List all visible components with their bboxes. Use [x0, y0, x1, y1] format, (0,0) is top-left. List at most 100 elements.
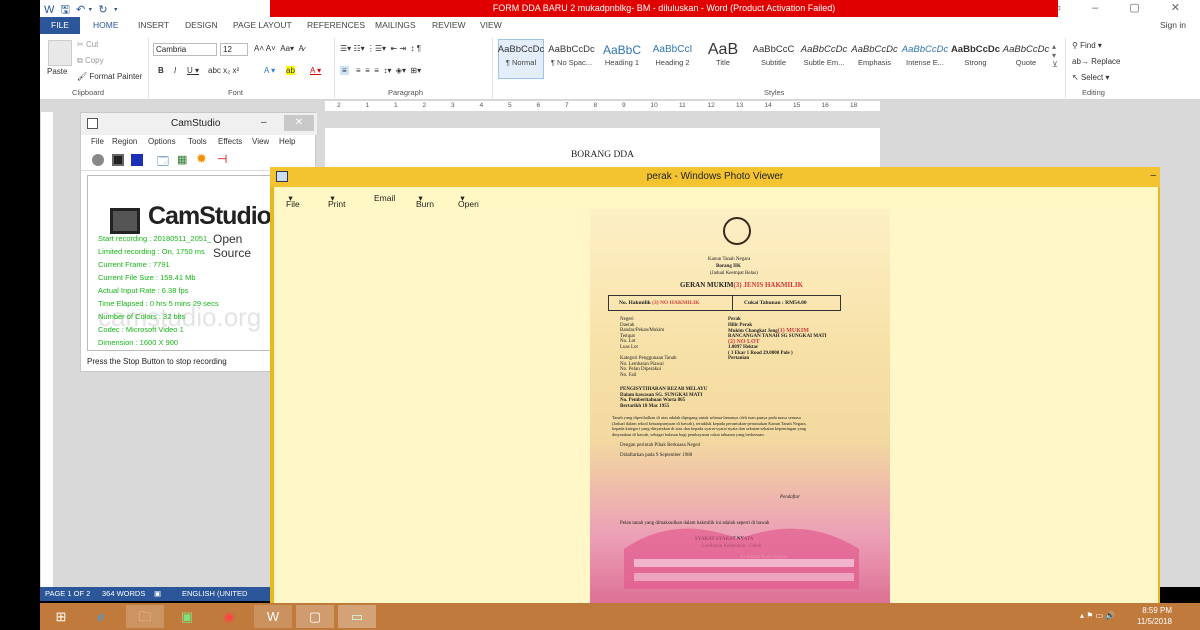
- style-item[interactable]: AaBbCcI Heading 2: [648, 42, 698, 67]
- font-group-label: Font: [228, 88, 244, 97]
- sign-in-link[interactable]: Sign in: [1160, 20, 1186, 30]
- print-menu[interactable]: Print ▾: [328, 193, 345, 209]
- open-menu[interactable]: Open ▾: [458, 193, 479, 209]
- style-item[interactable]: AaBbCcDc Quote: [1001, 42, 1051, 67]
- style-item[interactable]: AaBbCcDc Strong: [951, 42, 1001, 67]
- style-item[interactable]: AaBbCcDc Emphasis: [850, 42, 900, 67]
- copy-button[interactable]: ⧉ Copy: [77, 56, 104, 66]
- font-color-icon[interactable]: A ▾: [310, 66, 321, 75]
- doc-header-schedule: (Jadual Keempat Belas): [710, 271, 758, 276]
- screen-annotation-icon[interactable]: 🗔: [157, 153, 169, 172]
- list-buttons[interactable]: ☰▾ ☷▾ ⋮☰▾ ⇤ ⇥ ↕ ¶: [340, 44, 421, 53]
- font-size-combo[interactable]: 12: [220, 43, 248, 56]
- land-title-image[interactable]: Kanun Tanah Negara Borang IIK (Jadual Ke…: [590, 209, 890, 629]
- menu-region[interactable]: Region: [112, 137, 137, 146]
- word-count[interactable]: 364 WORDS: [102, 587, 145, 601]
- file-menu[interactable]: File ▾: [286, 193, 300, 209]
- strike-sub-super-buttons[interactable]: abc x₂ x²: [208, 66, 239, 75]
- tab-mailings[interactable]: MAILINGS: [375, 20, 416, 30]
- menu-tools[interactable]: Tools: [188, 137, 207, 146]
- vertical-ruler: [41, 112, 53, 587]
- menu-file[interactable]: File: [91, 137, 104, 146]
- menu-help[interactable]: Help: [279, 137, 295, 146]
- word-taskbar-icon[interactable]: W: [254, 605, 292, 628]
- italic-button[interactable]: I: [174, 66, 176, 75]
- style-item[interactable]: AaBbCcDc Subtle Em...: [799, 42, 849, 67]
- email-button[interactable]: Email: [374, 193, 395, 203]
- align-buttons[interactable]: ≡ ≡ ≡ ↕▾ ◈▾ ⊞▾: [356, 66, 421, 75]
- tab-insert[interactable]: INSERT: [138, 20, 169, 30]
- clock-date[interactable]: 11/5/2018: [1137, 617, 1172, 626]
- document-heading: BORANG DDA: [570, 150, 635, 160]
- camstudio-taskbar-icon[interactable]: ▢: [296, 605, 334, 628]
- proofing-icon[interactable]: ▣: [154, 587, 161, 601]
- align-left-icon[interactable]: ≡: [340, 66, 349, 75]
- highlight-icon[interactable]: ab: [286, 66, 295, 75]
- menu-effects[interactable]: Effects: [218, 137, 242, 146]
- paste-button[interactable]: Paste: [47, 67, 67, 76]
- start-windows-icon[interactable]: ⊞: [42, 605, 80, 628]
- page-count[interactable]: PAGE 1 OF 2: [45, 587, 90, 601]
- burn-menu[interactable]: Burn ▾: [416, 193, 434, 209]
- ruler-tick-label: 14: [764, 102, 772, 109]
- paste-icon[interactable]: [48, 40, 72, 66]
- body-line: kepada kategori yang dinyatakan di atas …: [612, 426, 806, 431]
- options-gear-icon[interactable]: ✹: [196, 151, 207, 167]
- divider: [492, 38, 493, 98]
- field-label: Tempat: [620, 333, 635, 339]
- style-item[interactable]: AaB Title: [698, 42, 748, 68]
- tab-file[interactable]: FILE: [40, 17, 80, 34]
- menu-view[interactable]: View: [252, 137, 269, 146]
- video-annotation-icon[interactable]: ▦: [177, 153, 187, 166]
- field-value-text: Perak: [728, 317, 741, 322]
- body-line: dinyatakan di bawah, sebagai balasan bag…: [612, 431, 765, 437]
- replace-button[interactable]: ab→ Replace: [1072, 57, 1120, 66]
- minimize-icon[interactable]: –: [261, 117, 267, 128]
- tab-references[interactable]: REFERENCES: [307, 20, 365, 30]
- cut-button[interactable]: ✂ Cut: [77, 40, 98, 49]
- style-item[interactable]: AaBbC Heading 1: [597, 42, 647, 67]
- store-icon[interactable]: ▣: [168, 605, 206, 628]
- format-painter-button[interactable]: 🖌 Format Painter: [77, 72, 142, 81]
- find-button[interactable]: ⚲ Find ▾: [1072, 41, 1102, 50]
- tab-home[interactable]: HOME: [93, 20, 119, 30]
- file-explorer-icon[interactable]: 🗀: [126, 605, 164, 628]
- horizontal-ruler[interactable]: 2 1 1 2 3 4 5 6 7 8 9 10 11 12 13 14 15 16 18: [325, 101, 880, 111]
- tab-page-layout[interactable]: PAGE LAYOUT: [233, 20, 292, 30]
- style-preview: AaBbCcDc: [800, 44, 848, 55]
- close-icon[interactable]: ✕: [284, 115, 314, 131]
- style-item[interactable]: AaBbCcDc ¶ Normal: [496, 42, 546, 67]
- menu-options[interactable]: Options: [148, 137, 176, 146]
- tray-icons[interactable]: ▴ ⚑ ▭ 🔊: [1080, 611, 1115, 620]
- stop-icon[interactable]: [131, 154, 143, 166]
- field-value-text: 1.0097 Hektar: [728, 345, 759, 350]
- autopan-icon[interactable]: ⊣: [217, 152, 227, 166]
- select-button[interactable]: ↖ Select ▾: [1072, 73, 1109, 82]
- bold-button[interactable]: B: [158, 66, 164, 75]
- field-value: Hilir Perak: [728, 323, 752, 328]
- ruler-tick-label: 15: [793, 102, 801, 109]
- photo-viewer-title: perak - Windows Photo Viewer: [646, 171, 784, 182]
- style-item[interactable]: AaBbCcDc ¶ No Spac...: [547, 42, 597, 67]
- style-item[interactable]: AaBbCcC Subtitle: [749, 42, 799, 67]
- ruler-tick-label: 2: [422, 102, 427, 109]
- internet-explorer-icon[interactable]: ℯ: [82, 605, 120, 628]
- minimize-icon[interactable]: –: [1150, 170, 1156, 181]
- gazette-line: PENGISYTIHARAN REZAB MELAYU: [620, 387, 708, 392]
- pause-icon[interactable]: [112, 154, 124, 166]
- clock-time[interactable]: 8:59 PM: [1142, 606, 1172, 615]
- chrome-icon[interactable]: ◉: [210, 605, 248, 628]
- underline-button[interactable]: U ▾: [187, 66, 199, 75]
- text-effects-icon[interactable]: A ▾: [264, 66, 275, 75]
- style-item[interactable]: AaBbCcDc Intense E...: [900, 42, 950, 67]
- tab-view[interactable]: VIEW: [480, 20, 502, 30]
- tab-design[interactable]: DESIGN: [185, 20, 218, 30]
- font-size-buttons[interactable]: A˄ A˅ Aa▾ A̷: [254, 44, 304, 53]
- font-name-combo[interactable]: Cambria: [153, 43, 217, 56]
- photo-viewer-taskbar-icon[interactable]: ▭: [338, 605, 376, 628]
- camstudio-title: CamStudio: [171, 118, 221, 129]
- record-icon[interactable]: [92, 154, 104, 166]
- styles-scroll-icon[interactable]: ▴ ▾ ⊻: [1052, 42, 1058, 69]
- doc-header-form: Borang IIK: [716, 264, 741, 269]
- tab-review[interactable]: REVIEW: [432, 20, 466, 30]
